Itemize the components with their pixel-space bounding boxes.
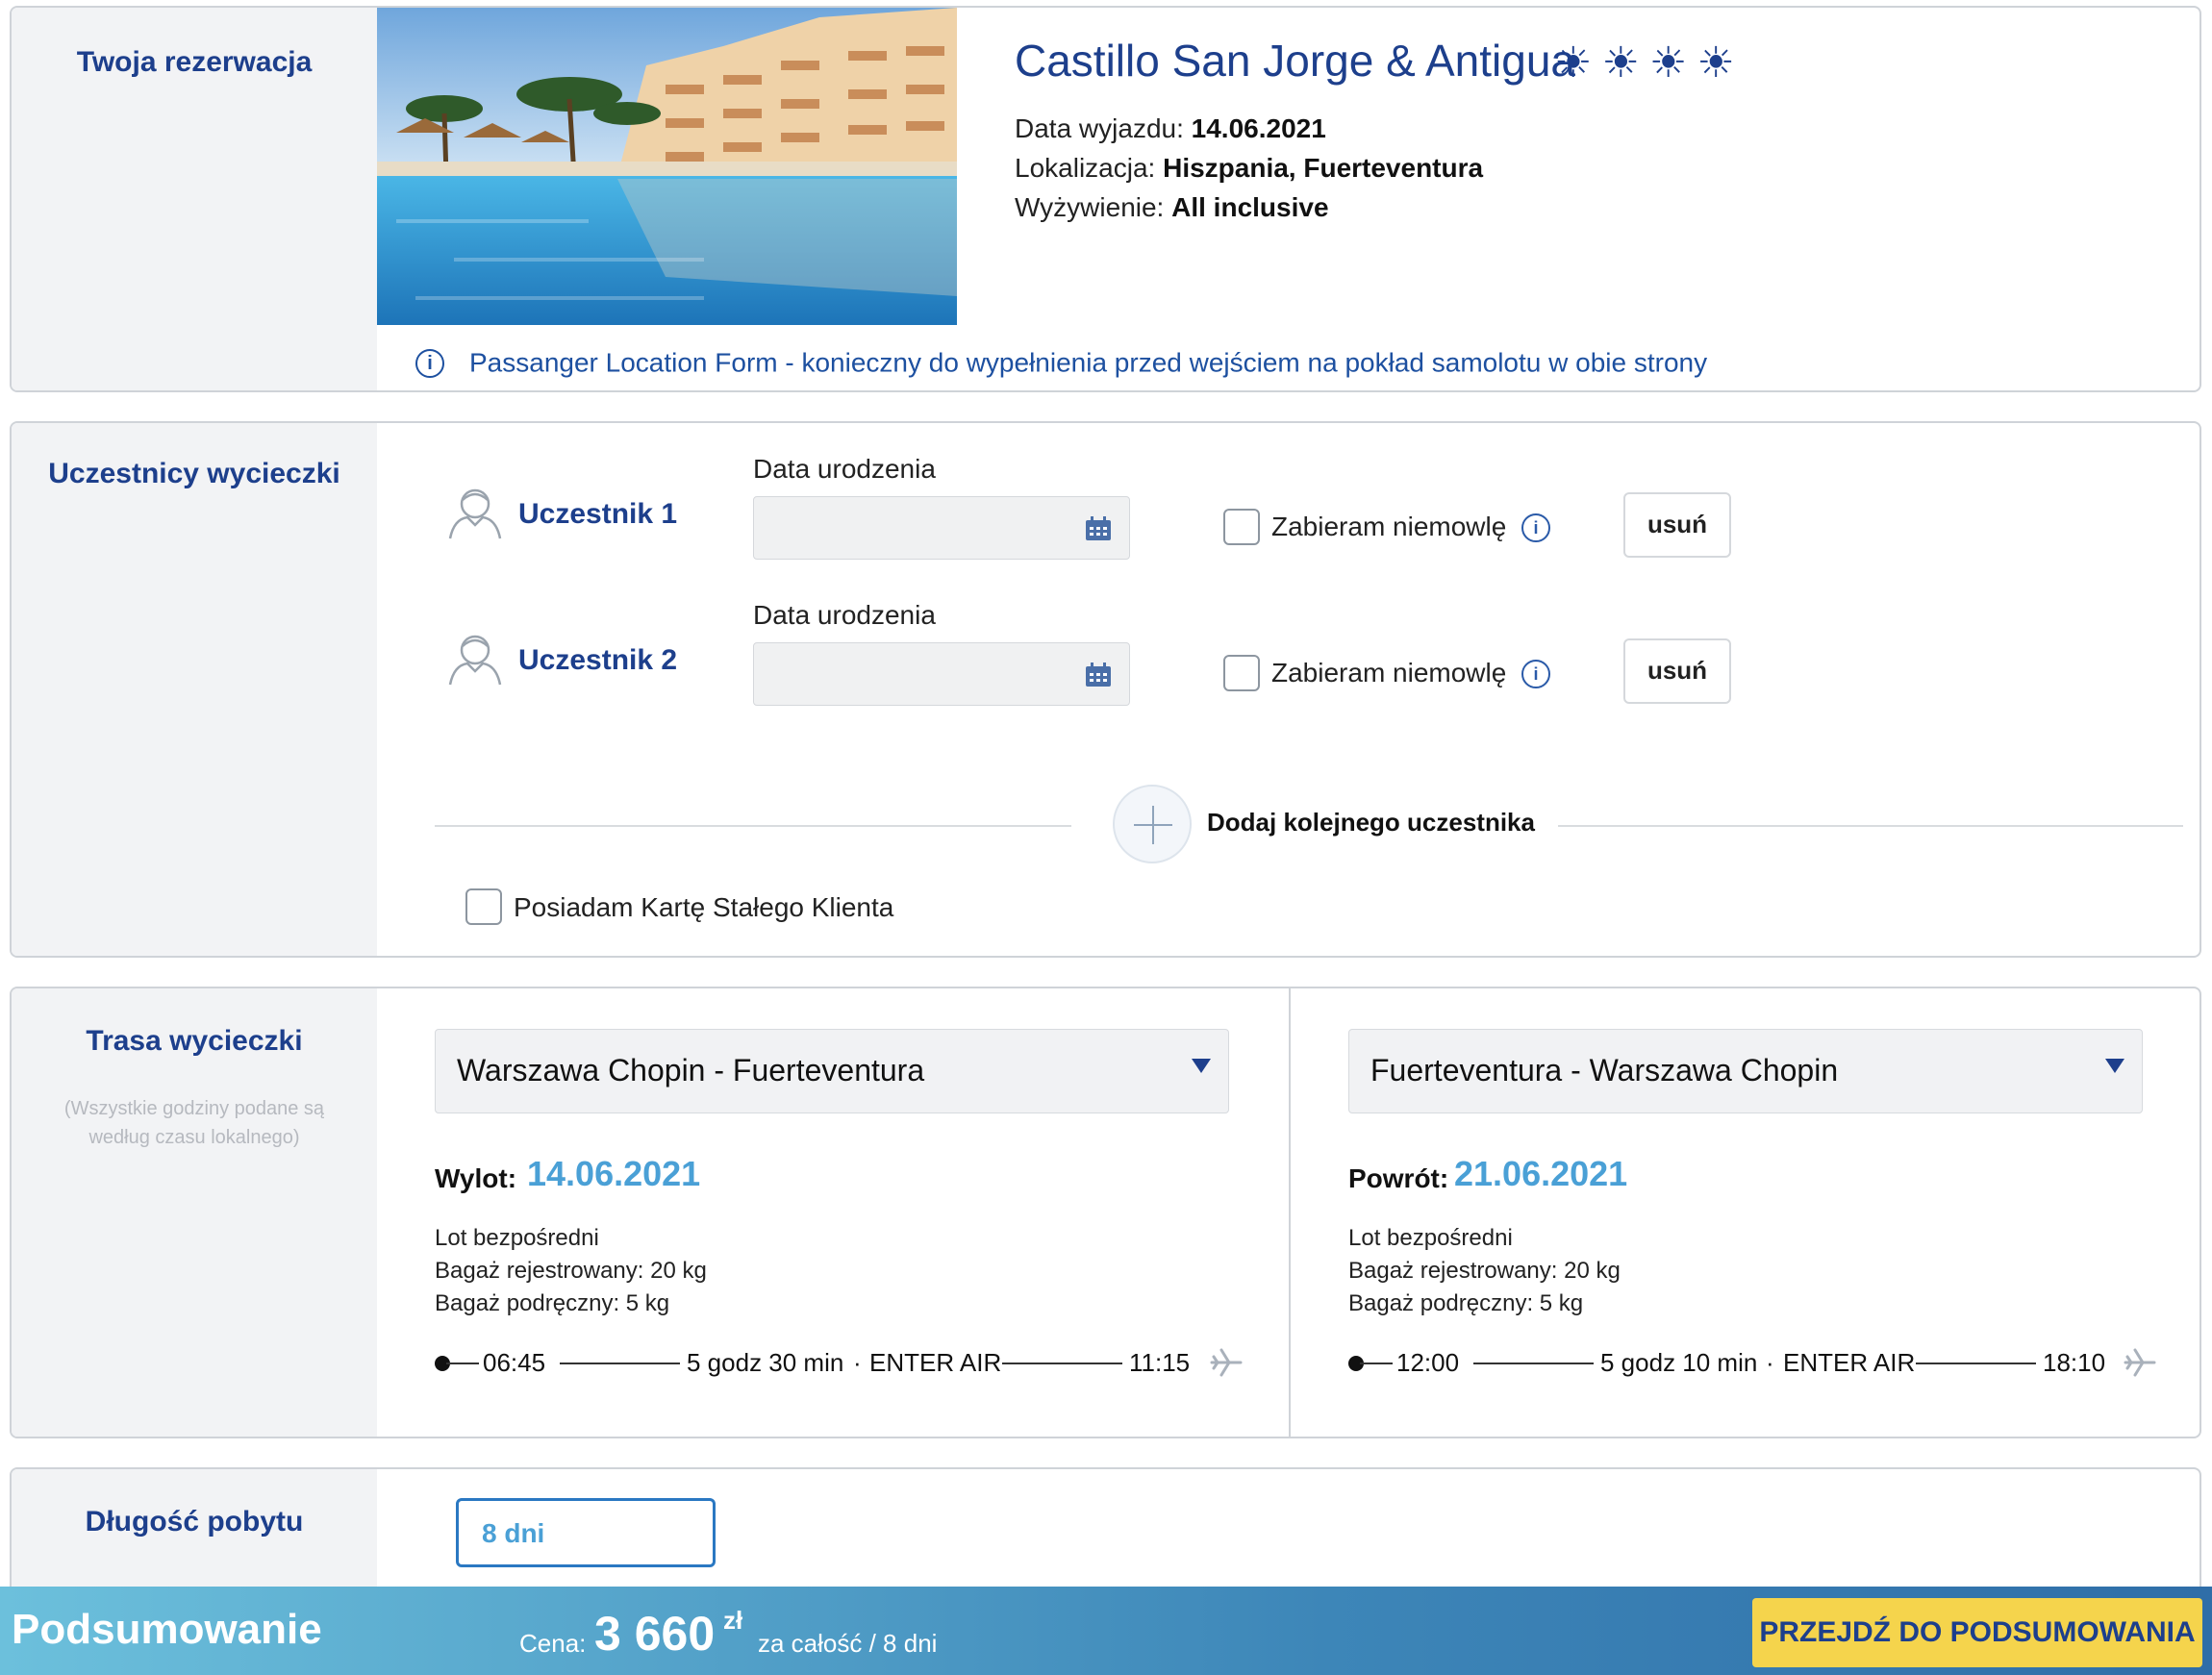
dob-label: Data urodzenia	[753, 600, 936, 630]
hotel-name[interactable]: Castillo San Jorge & Antigua	[1015, 35, 1575, 87]
departure-label: Data wyjazdu:	[1015, 113, 1184, 143]
participant-name: Uczestnik 2	[518, 644, 678, 676]
outbound-arrival-time: 11:15	[1129, 1348, 1191, 1377]
location-value: Hiszpania, Fuerteventura	[1163, 153, 1484, 183]
divider	[1558, 825, 2183, 827]
chevron-down-icon	[2105, 1059, 2124, 1073]
return-route-value: Fuerteventura - Warszawa Chopin	[1370, 1053, 1839, 1088]
sun-rating-icon: ☀☀☀☀	[1554, 39, 1745, 87]
calendar-icon[interactable]	[1085, 662, 1112, 688]
outbound-departure-time: 06:45	[483, 1348, 546, 1377]
participants-card: Uczestnicy wycieczki Uczestnik 1 Data ur…	[10, 421, 2201, 958]
return-arrival-time: 18:10	[2043, 1348, 2106, 1377]
route-divider	[1289, 988, 1291, 1437]
plf-notice[interactable]: i Passanger Location Form - konieczny do …	[415, 346, 1707, 379]
timeline-line	[446, 1362, 479, 1364]
loyalty-card-label: Posiadam Kartę Stałego Klienta	[514, 892, 894, 922]
remove-participant-button[interactable]: usuń	[1623, 638, 1731, 704]
outbound-date: 14.06.2021	[527, 1154, 701, 1193]
loyalty-card-checkbox[interactable]	[465, 888, 502, 925]
participant-row: Uczestnik 2 Data urodzenia Zabieram niem…	[12, 569, 2199, 706]
reservation-section-title: Twoja rezerwacja	[76, 46, 313, 78]
return-departure-time: 12:00	[1396, 1348, 1460, 1377]
return-flight-type: Lot bezpośredni	[1348, 1225, 1513, 1251]
outbound-flight-type: Lot bezpośredni	[435, 1225, 599, 1251]
location-line: Lokalizacja: Hiszpania, Fuerteventura	[1015, 153, 1483, 184]
route-sidebar: Trasa wycieczki (Wszystkie godziny podan…	[12, 988, 377, 1437]
infant-label: Zabieram niemowlę	[1271, 658, 1507, 688]
remove-participant-button[interactable]: usuń	[1623, 492, 1731, 558]
timeline-line	[1473, 1362, 1594, 1364]
outbound-duration: 5 godz 30 min	[687, 1348, 844, 1377]
price-currency: zł	[723, 1606, 743, 1635]
departure-date-line: Data wyjazdu: 14.06.2021	[1015, 113, 1326, 144]
price-label: Cena:	[519, 1629, 587, 1658]
departure-value: 14.06.2021	[1191, 113, 1326, 143]
return-route-select[interactable]: Fuerteventura - Warszawa Chopin	[1348, 1029, 2143, 1113]
plf-notice-text: Passanger Location Form - konieczny do w…	[469, 347, 1708, 378]
divider	[435, 825, 1071, 827]
timeline-line	[1916, 1362, 2036, 1364]
stay-section-title: Długość pobytu	[85, 1506, 304, 1538]
reservation-card: Twoja rezerwacja Castillo San Jorge & An…	[10, 6, 2201, 392]
summary-title: Podsumowanie	[12, 1606, 322, 1653]
dob-label: Data urodzenia	[753, 454, 936, 484]
outbound-date-label: Wylot:	[435, 1163, 517, 1193]
infant-label: Zabieram niemowlę	[1271, 512, 1507, 541]
dob-input[interactable]	[753, 496, 1130, 560]
outbound-checked-baggage: Bagaż rejestrowany: 20 kg	[435, 1258, 707, 1284]
board-value: All inclusive	[1171, 192, 1329, 222]
outbound-route-select[interactable]: Warszawa Chopin - Fuerteventura	[435, 1029, 1229, 1113]
infant-checkbox[interactable]	[1223, 509, 1260, 545]
route-card: Trasa wycieczki (Wszystkie godziny podan…	[10, 987, 2201, 1438]
board-line: Wyżywienie: All inclusive	[1015, 192, 1329, 223]
go-to-summary-button[interactable]: PRZEJDŹ DO PODSUMOWANIA	[1752, 1598, 2202, 1667]
timeline-line	[1360, 1362, 1393, 1364]
timeline-line	[560, 1362, 680, 1364]
add-participant-icon[interactable]	[1113, 785, 1192, 863]
route-section-title: Trasa wycieczki	[86, 1025, 303, 1057]
user-avatar-icon	[448, 488, 502, 539]
timeline-separator: ·	[1766, 1348, 1774, 1377]
reservation-sidebar: Twoja rezerwacja	[12, 8, 377, 390]
return-cabin-baggage: Bagaż podręczny: 5 kg	[1348, 1290, 1584, 1316]
summary-bar: Podsumowanie Cena: 3 660 zł za całość / …	[0, 1587, 2212, 1675]
infant-checkbox[interactable]	[1223, 655, 1260, 691]
return-date: 21.06.2021	[1454, 1154, 1628, 1193]
info-icon[interactable]: i	[1521, 660, 1550, 688]
add-participant-button[interactable]: Dodaj kolejnego uczestnika	[1207, 808, 1535, 838]
plane-icon	[1210, 1348, 1243, 1377]
return-airline: ENTER AIR	[1783, 1348, 1916, 1377]
dob-input[interactable]	[753, 642, 1130, 706]
stay-length-select[interactable]: 8 dni	[456, 1498, 716, 1567]
info-icon: i	[415, 348, 444, 378]
outbound-route-value: Warszawa Chopin - Fuerteventura	[457, 1053, 925, 1088]
price-value: 3 660	[594, 1607, 716, 1661]
timeline-line	[1002, 1362, 1122, 1364]
return-duration: 5 godz 10 min	[1600, 1348, 1758, 1377]
route-time-note: (Wszystkie godziny podane są według czas…	[63, 1098, 325, 1148]
outbound-airline: ENTER AIR	[869, 1348, 1002, 1377]
board-label: Wyżywienie:	[1015, 192, 1165, 222]
participant-row: Uczestnik 1 Data urodzenia Zabieram niem…	[12, 423, 2199, 560]
stay-length-value: 8 dni	[482, 1518, 545, 1548]
plane-icon	[2124, 1348, 2156, 1377]
calendar-icon[interactable]	[1085, 516, 1112, 541]
chevron-down-icon	[1192, 1059, 1211, 1073]
info-icon[interactable]: i	[1521, 513, 1550, 542]
user-avatar-icon	[448, 635, 502, 686]
timeline-separator: ·	[853, 1348, 862, 1377]
price-suffix: za całość / 8 dni	[758, 1629, 938, 1658]
outbound-cabin-baggage: Bagaż podręczny: 5 kg	[435, 1290, 670, 1316]
participant-name: Uczestnik 1	[518, 498, 678, 530]
location-label: Lokalizacja:	[1015, 153, 1156, 183]
hotel-photo[interactable]	[377, 8, 957, 325]
return-date-label: Powrót:	[1348, 1163, 1449, 1193]
return-checked-baggage: Bagaż rejestrowany: 20 kg	[1348, 1258, 1621, 1284]
